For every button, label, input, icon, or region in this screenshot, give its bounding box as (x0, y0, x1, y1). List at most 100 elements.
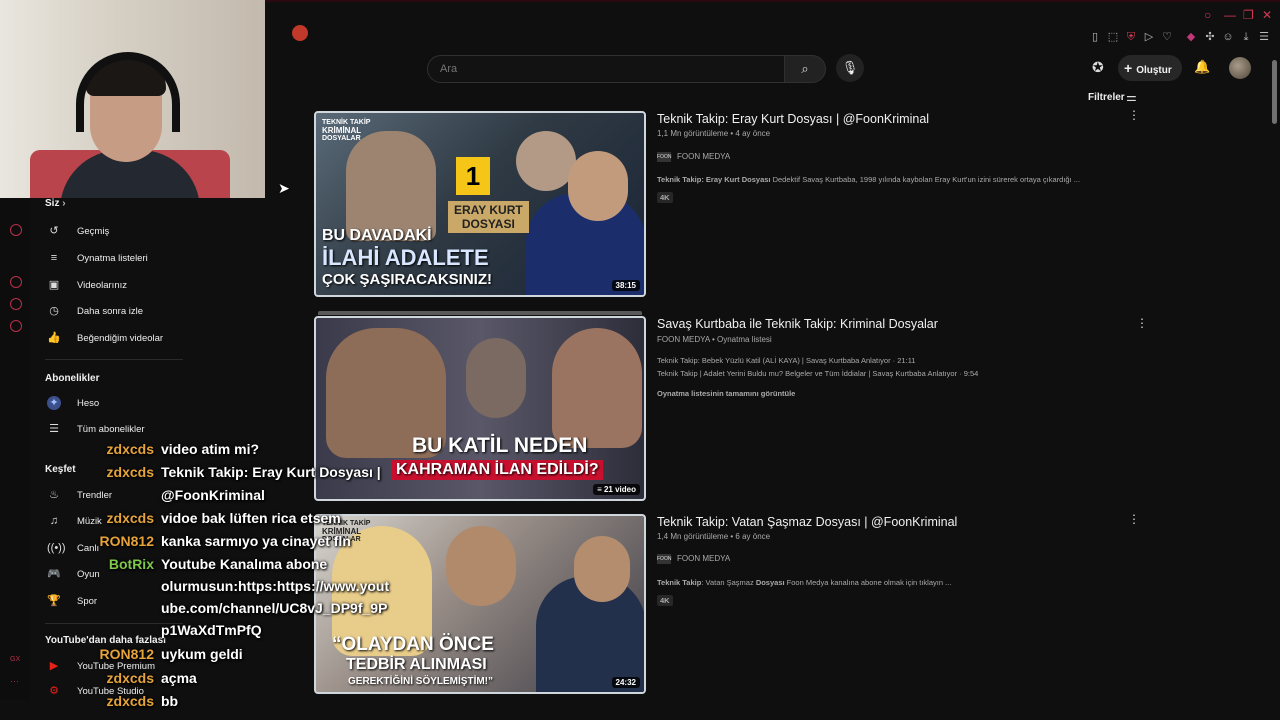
close-icon[interactable]: ✕ (1262, 8, 1272, 22)
thumbnail-text: BU DAVADAKİ (322, 227, 432, 244)
microphone-icon: 🎙 (841, 60, 859, 75)
chat-text: Youtube Kanalıma abone (161, 556, 328, 572)
video-title[interactable]: Teknik Takip: Vatan Şaşmaz Dosyası | @Fo… (657, 515, 957, 529)
thumbnail-folder: ERAY KURT DOSYASI (448, 201, 529, 233)
player-icon[interactable]: ▷ (1142, 30, 1156, 44)
chat-text: uykum geldi (161, 646, 243, 662)
thumbnail-portrait (346, 131, 436, 241)
restore-icon[interactable]: ❐ (1243, 8, 1254, 22)
search-button[interactable]: ⌕ (784, 55, 826, 83)
search-input[interactable] (438, 60, 772, 78)
thumbnail-text: KAHRAMAN İLAN EDİLDİ? (392, 460, 603, 480)
channel-icon: FOON (657, 152, 672, 162)
thumbnail-text: GEREKTİĞİNİ SÖYLEMİŞTİM!” (348, 676, 494, 687)
filters-button[interactable]: Filtreler (1088, 92, 1125, 103)
sidebar-item-heso[interactable]: ✦ Heso (45, 394, 195, 414)
video-meta: 1,4 Mn görüntüleme • 6 ay önce (657, 532, 771, 541)
heart-icon[interactable]: ♡ (1160, 30, 1174, 44)
rail-history-icon[interactable] (10, 276, 22, 288)
playlist-item[interactable]: Teknik Takip: Bebek Yüzlü Katil (ALİ KAY… (657, 356, 915, 365)
chat-username: BotRix (108, 556, 154, 572)
notifications-bell-icon[interactable]: 🔔 (1194, 59, 1210, 75)
chat-text: açma (161, 670, 197, 686)
sidebar-item-history[interactable]: ↺ Geçmiş (45, 222, 195, 242)
chat-text: vidoe bak lüften rica etsem (161, 510, 341, 526)
filters-icon[interactable]: ⚌ (1126, 90, 1137, 104)
rail-player-icon[interactable] (10, 224, 22, 236)
sidebar-divider (45, 359, 183, 360)
chat-text: bb (161, 693, 179, 709)
youtube-logo-icon[interactable] (292, 25, 308, 41)
sidebar-item-playlists[interactable]: ≡ Oynatma listeleri (45, 249, 195, 269)
minimize-icon[interactable]: — (1224, 8, 1236, 22)
chat-text: kanka sarmıyo ya cinayet fln (161, 533, 351, 549)
playlist-item[interactable]: Teknik Takip | Adalet Yerini Buldu mu? B… (657, 369, 978, 378)
account-avatar[interactable] (1229, 57, 1251, 79)
channel-link[interactable]: FOON FOON MEDYA (657, 152, 730, 162)
shield-icon[interactable]: ⛨ (1124, 30, 1138, 44)
sidebar-item-watch-later[interactable]: ◷ Daha sonra izle (45, 302, 195, 322)
more-actions-icon[interactable]: ⋮ (1128, 512, 1140, 526)
webcam-overlay (0, 0, 265, 198)
quality-badge: 4K (657, 595, 673, 606)
scrollbar-thumb[interactable] (1272, 60, 1277, 124)
sidebar-item-your-videos[interactable]: ▣ Videolarınız (45, 276, 195, 296)
browser-search-icon[interactable]: ○ (1204, 8, 1211, 22)
thumbnail-text: BU KATİL NEDEN (412, 434, 588, 457)
playlist-video-count: ≡ 21 video (593, 484, 640, 495)
watch-later-icon: ◷ (49, 305, 59, 317)
view-full-playlist-link[interactable]: Oynatma listesinin tamamını görüntüle (657, 389, 795, 398)
puzzle-icon[interactable]: ✣ (1203, 30, 1217, 44)
profile-icon[interactable]: ☺ (1221, 30, 1235, 44)
video-thumbnail[interactable]: TEKNİK TAKİP KRİMİNAL DOSYALAR 1 ERAY KURT… (314, 111, 646, 297)
video-meta: 1,1 Mn görüntüleme • 4 ay önce (657, 129, 771, 138)
playlist-icon: ≡ (597, 485, 604, 494)
extension-icon[interactable]: ◆ (1184, 30, 1198, 44)
chat-text: Teknik Takip: Eray Kurt Dosyası | (161, 464, 381, 480)
snapshot-icon[interactable]: ⬚ (1106, 30, 1120, 44)
sidebar-subscriptions-title: Abonelikler (45, 373, 100, 384)
chat-username: zdxcds (106, 670, 154, 686)
chat-username: zdxcds (106, 464, 154, 480)
chat-username: RON812 (99, 646, 154, 662)
thumbnail-portrait (516, 131, 576, 191)
list-icon: ☰ (49, 423, 59, 435)
chat-text: olurmusun:https:https://www.yout (161, 578, 390, 594)
voice-search-button[interactable]: 🎙 (836, 54, 864, 82)
plus-icon: + (1124, 60, 1133, 76)
chat-username: zdxcds (106, 510, 154, 526)
playlist-title[interactable]: Savaş Kurtbaba ile Teknik Takip: Krimina… (657, 317, 938, 331)
playlist-stack-edge (318, 311, 642, 315)
channel-avatar-icon: ✦ (47, 396, 61, 410)
rail-extension-icon[interactable] (10, 298, 22, 310)
chat-text: @FoonKriminal (161, 487, 265, 503)
your-videos-icon: ▣ (48, 279, 60, 291)
cast-icon[interactable]: ✪ (1092, 59, 1104, 76)
create-button[interactable]: + Oluştur (1118, 55, 1182, 81)
video-title[interactable]: Teknik Takip: Eray Kurt Dosyası | @FoonK… (657, 112, 929, 126)
channel-icon: FOON (657, 554, 672, 564)
chat-text: video atim mi? (161, 441, 260, 457)
rail-more-icon[interactable]: ··· (10, 676, 19, 686)
playlist-meta: FOON MEDYA • Oynatma listesi (657, 335, 772, 344)
bookmark-icon[interactable]: ▯ (1088, 30, 1102, 44)
sidebar-item-liked-videos[interactable]: 👍 Beğendiğim videolar (45, 329, 195, 349)
more-actions-icon[interactable]: ⋮ (1128, 108, 1140, 122)
more-actions-icon[interactable]: ⋮ (1136, 316, 1148, 330)
thumbnail-series-tag: TEKNİK TAKİP KRİMİNAL DOSYALAR (322, 119, 371, 142)
video-duration: 24:32 (611, 677, 640, 688)
sidebar-item-all-subscriptions[interactable]: ☰ Tüm abonelikler (45, 420, 195, 440)
rail-gx-icon[interactable]: GX (10, 656, 20, 663)
sidebar-you-title[interactable]: Siz › (45, 198, 66, 209)
video-description: Teknik Takip: Vatan Şaşmaz Dosyası Foon … (657, 578, 952, 587)
thumbnail-portrait (568, 151, 628, 221)
thumbnail-portrait (446, 526, 516, 606)
rail-settings-icon[interactable] (10, 320, 22, 332)
page-scrollbar[interactable] (1270, 48, 1278, 698)
channel-link[interactable]: FOON FOON MEDYA (657, 554, 730, 564)
sidebar-more-title: YouTube'dan daha fazlası (45, 635, 166, 646)
playlists-icon: ≡ (50, 252, 58, 264)
menu-icon[interactable]: ☰ (1257, 30, 1271, 44)
thumbnail-text: İLAHİ ADALETE (322, 245, 489, 270)
download-icon[interactable]: ⤓ (1239, 30, 1253, 44)
